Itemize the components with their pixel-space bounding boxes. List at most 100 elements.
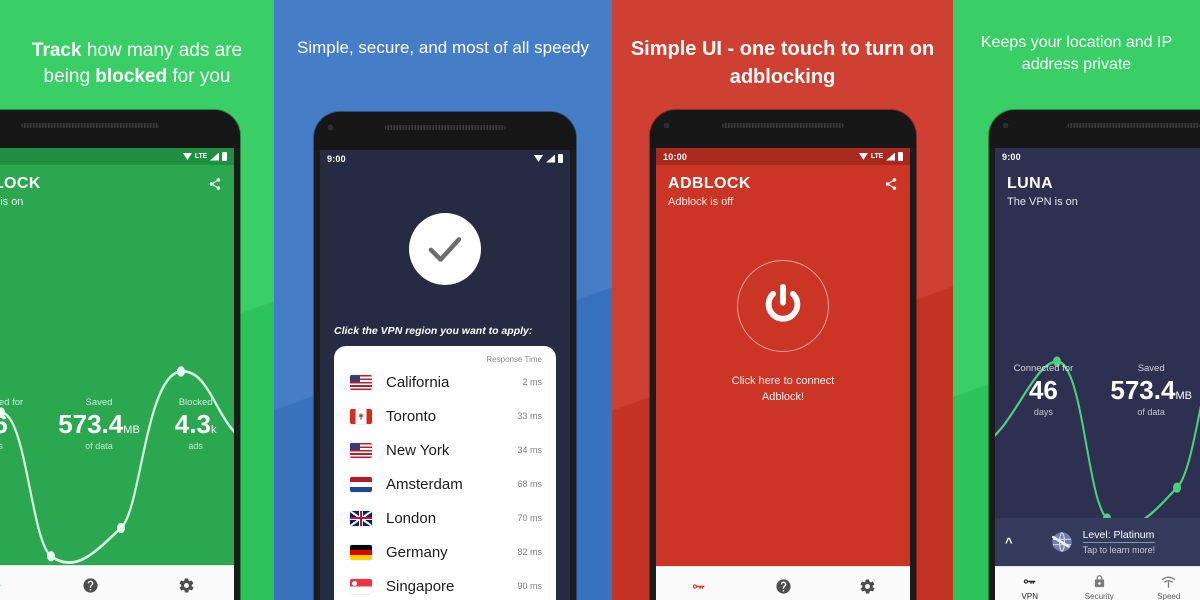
region-latency: 90 ms xyxy=(517,581,542,591)
list-item[interactable]: London 70 ms xyxy=(334,501,556,535)
front-camera xyxy=(1001,121,1010,130)
flag-us-icon xyxy=(350,374,372,390)
nav-item-help[interactable] xyxy=(42,577,138,594)
stat-unit: MB xyxy=(123,424,140,437)
power-icon xyxy=(765,283,801,322)
share-icon[interactable] xyxy=(884,177,898,191)
nav-item-settings[interactable] xyxy=(138,577,234,594)
app-title: ADBLOCK xyxy=(668,175,751,192)
earpiece-speaker xyxy=(721,123,845,128)
flag-sg-icon xyxy=(350,578,372,594)
front-camera xyxy=(662,121,671,130)
lte-label: LTE xyxy=(194,153,207,160)
status-icons: LTE xyxy=(182,152,227,161)
stat-saved: Saved 573.4MB of data xyxy=(58,397,140,452)
bottom-nav: VPN Security Speed xyxy=(995,566,1200,600)
stat-number: 4.3 xyxy=(174,409,211,440)
wifi-icon xyxy=(534,155,543,162)
stat-value: 46 xyxy=(1028,375,1058,406)
stat-label: Saved xyxy=(1137,363,1165,374)
phone-screen-1: 10:00 LTE ADBLOCK Adblock is on xyxy=(0,148,234,600)
list-item[interactable]: Toronto 33 ms xyxy=(334,399,556,433)
vpn-region-list: Response Time California 2 ms Toronto 33… xyxy=(334,346,556,600)
stats-row: Connected for 46 days Saved 573.4MB of d… xyxy=(995,363,1200,417)
nav-item-speed[interactable]: Speed xyxy=(1134,573,1200,600)
status-icons: LTE xyxy=(858,152,903,161)
region-name: Germany xyxy=(386,543,448,561)
app-subtitle: Adblock is off xyxy=(668,196,734,208)
status-time: 9:00 xyxy=(327,153,346,164)
phone-bezel xyxy=(0,110,240,148)
nav-item-vpn[interactable] xyxy=(656,578,741,595)
region-latency: 68 ms xyxy=(517,479,542,489)
power-cta-line2: Adblock! xyxy=(761,390,805,403)
stat-number: 573.4 xyxy=(58,409,124,440)
earpiece-speaker xyxy=(1067,123,1200,128)
status-time: 9:00 xyxy=(1002,151,1021,162)
panel-simple-secure: Simple, secure, and most of all speedy 9… xyxy=(274,0,612,600)
stat-value: 46 xyxy=(0,409,8,440)
list-item[interactable]: California 2 ms xyxy=(334,365,556,399)
bottom-nav xyxy=(0,565,234,600)
flag-us-icon xyxy=(350,442,372,458)
signal-icon xyxy=(886,152,895,161)
stat-sub: ads xyxy=(188,441,203,452)
power-button[interactable] xyxy=(737,260,829,352)
help-icon xyxy=(82,578,98,593)
nav-item-help[interactable] xyxy=(741,578,826,595)
list-item[interactable]: Amsterdam 68 ms xyxy=(334,467,556,501)
earpiece-speaker xyxy=(384,125,506,130)
nav-label: VPN xyxy=(1021,591,1038,600)
lock-icon xyxy=(1094,574,1104,587)
phone-bezel xyxy=(314,112,576,150)
key-icon xyxy=(0,577,3,594)
status-bar: 9:00 xyxy=(995,148,1200,165)
region-name: Toronto xyxy=(386,407,437,425)
list-item[interactable]: New York 34 ms xyxy=(334,433,556,467)
stat-unit: MB xyxy=(1175,390,1192,403)
region-latency: 34 ms xyxy=(517,445,542,455)
level-banner[interactable]: ^ Level: Platinum Tap to learn more! xyxy=(995,518,1200,566)
chevron-up-icon[interactable]: ^ xyxy=(1005,535,1013,550)
phone-frame-4: 9:00 LUNA The VPN is on Connected for 46… xyxy=(989,110,1200,600)
key-icon xyxy=(1024,578,1036,584)
stat-sub: days xyxy=(0,441,3,452)
app-bar: ADBLOCK Adblock is off xyxy=(656,165,910,220)
vpn-connected-badge xyxy=(409,213,481,285)
front-camera xyxy=(326,123,335,132)
stat-value: 573.4MB xyxy=(58,409,140,440)
screenshot-stage: Track how many ads are being blocked for… xyxy=(0,0,1200,600)
nav-item-security[interactable]: Security xyxy=(1065,573,1135,600)
stat-sub: of data xyxy=(85,441,113,452)
app-subtitle: The VPN is on xyxy=(1007,196,1078,208)
stat-connected: Connected for 46 days xyxy=(1014,363,1074,417)
stat-saved: Saved 573.4MB of data xyxy=(1110,363,1192,417)
list-item[interactable]: Singapore 90 ms xyxy=(334,569,556,600)
app-title: ADBLOCK xyxy=(0,175,41,192)
earpiece-speaker xyxy=(21,123,159,128)
stat-label: Blocked xyxy=(178,397,213,408)
globe-badge-icon xyxy=(1051,532,1072,552)
key-icon xyxy=(692,584,705,589)
flag-gb-icon xyxy=(350,510,372,526)
phone-frame-2: 9:00 Click the VPN region you want to ap… xyxy=(314,112,576,600)
stat-number: 573.4 xyxy=(1110,375,1176,406)
status-bar: 9:00 xyxy=(320,150,570,167)
list-item[interactable]: Germany 82 ms xyxy=(334,535,556,569)
stat-value: 573.4MB xyxy=(1110,375,1192,406)
headline-bold-blocked: blocked xyxy=(95,66,168,88)
phone-frame-1: 10:00 LTE ADBLOCK Adblock is on xyxy=(0,110,240,600)
level-tap-hint: Tap to learn more! xyxy=(1082,542,1156,555)
nav-item-vpn[interactable] xyxy=(0,577,42,594)
panel-1-headline: Track how many ads are being blocked for… xyxy=(0,38,274,90)
nav-item-vpn[interactable]: VPN xyxy=(995,573,1065,600)
signal-icon xyxy=(546,154,555,163)
share-icon[interactable] xyxy=(208,177,222,191)
settings-icon xyxy=(179,578,193,593)
panel-simple-ui: Simple UI - one touch to turn on adblock… xyxy=(612,0,953,600)
nav-item-settings[interactable] xyxy=(825,578,910,595)
headline-post: for you xyxy=(167,66,231,88)
power-cta: Click here to connect Adblock! xyxy=(732,374,835,406)
phone-bezel xyxy=(650,110,916,148)
power-cta-line1: Click here to connect xyxy=(731,375,835,387)
